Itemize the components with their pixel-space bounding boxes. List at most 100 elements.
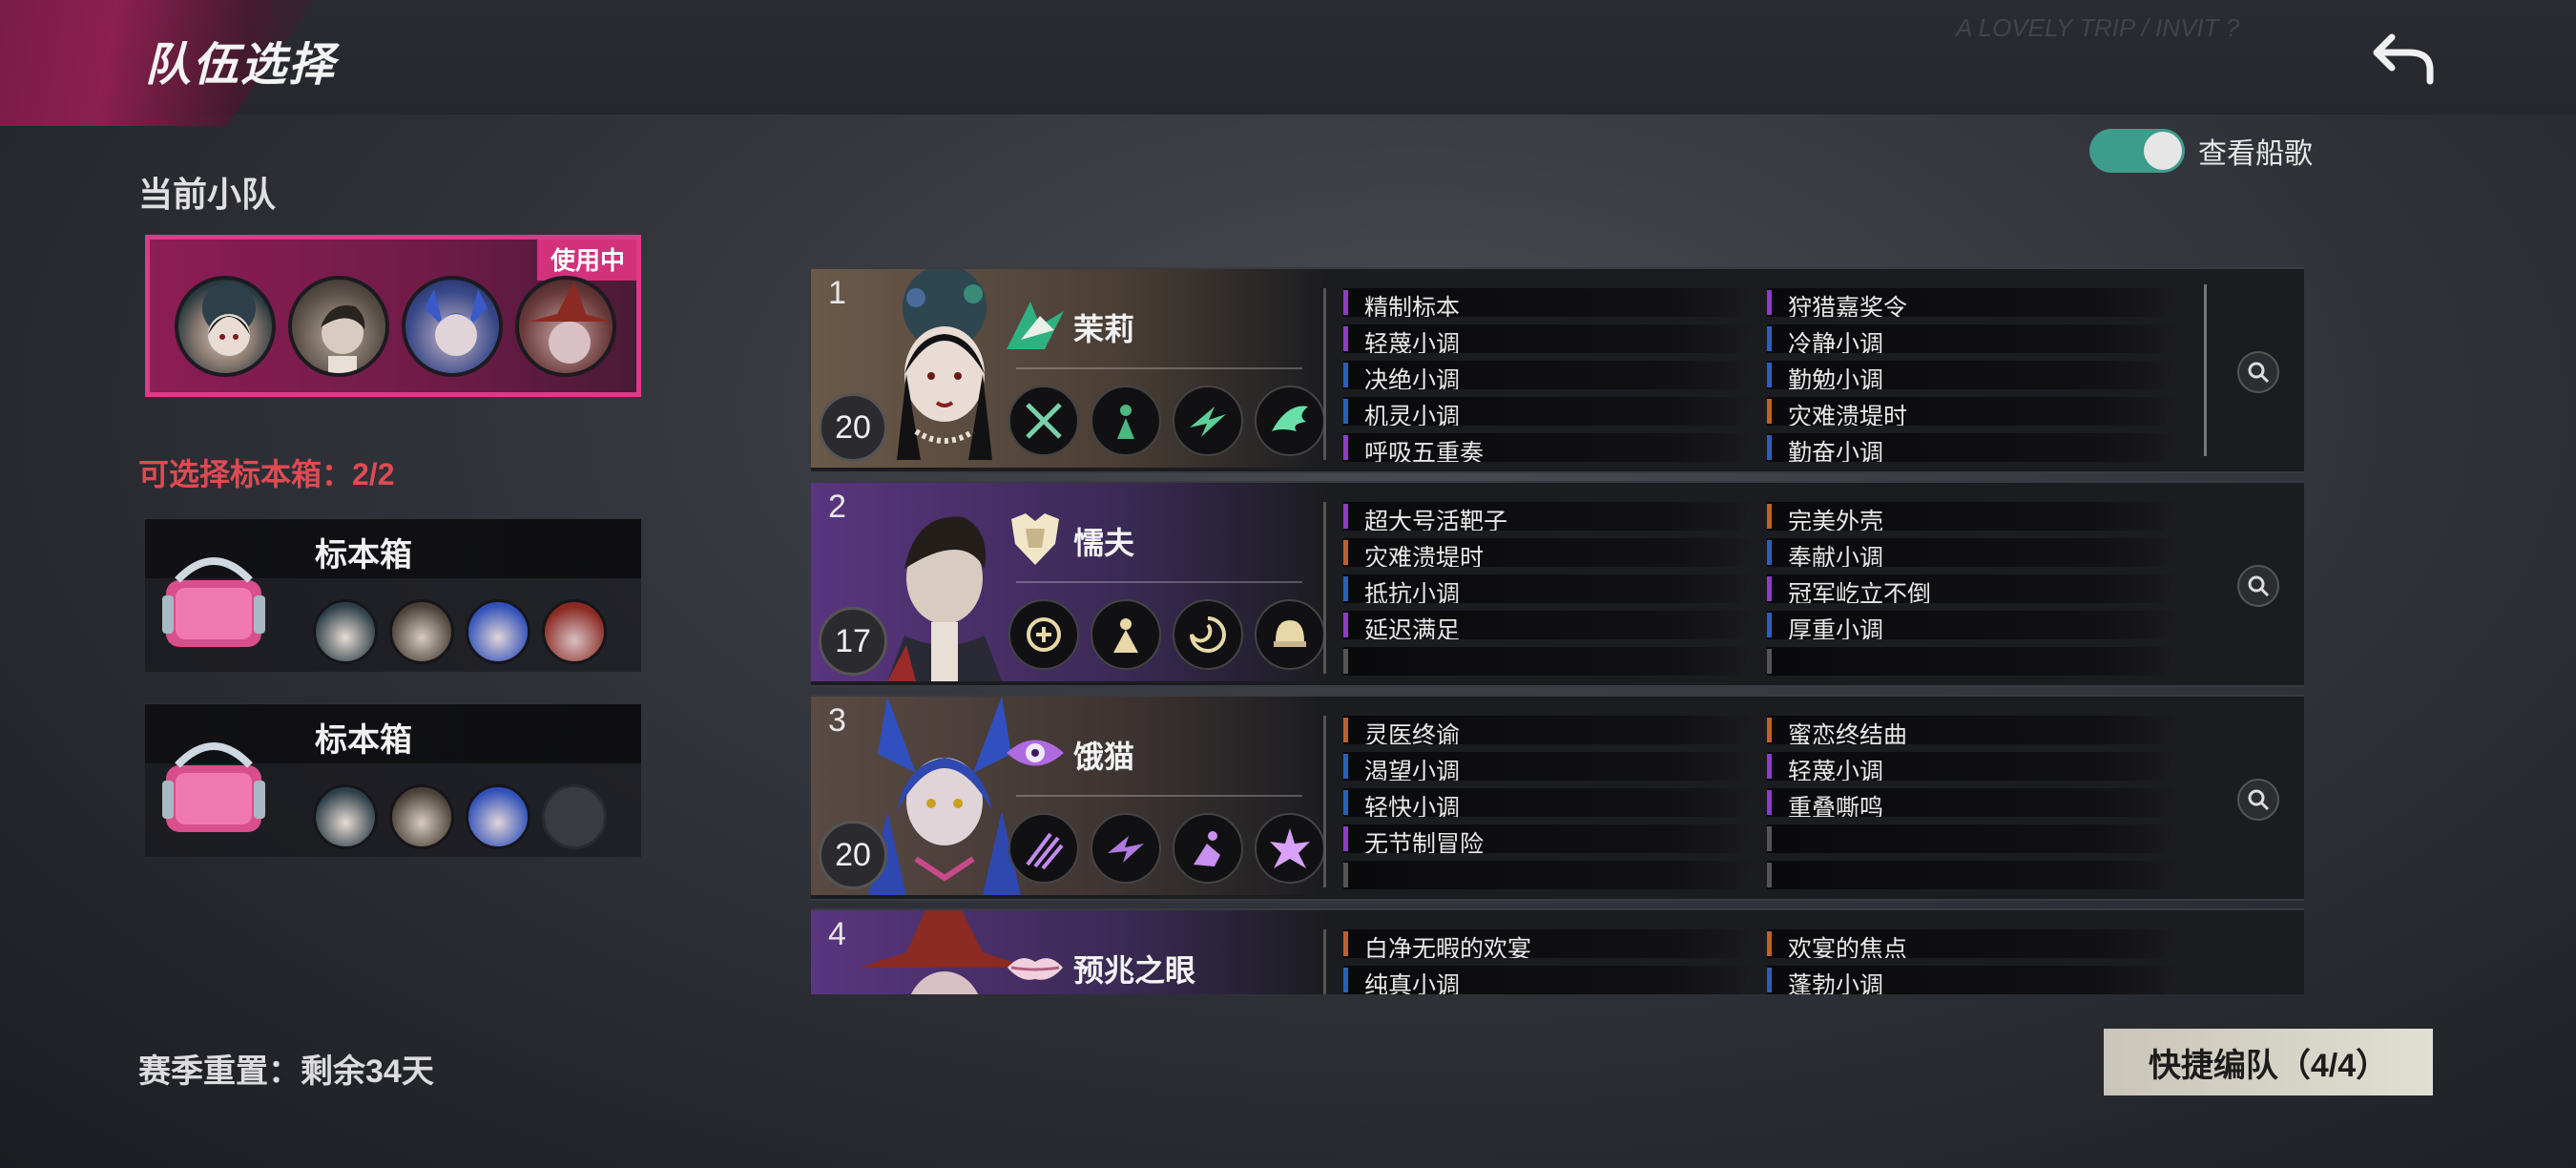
character-row[interactable]: 1 20 茉莉 精制标本 轻蔑小调 决绝小调 机灵小调 呼吸五重奏 狩猎嘉奖令 … [811,267,2304,473]
magnifier-icon [2248,575,2270,597]
level-badge: 17 [819,607,887,676]
omen-eye-lips-icon [1008,958,1063,980]
specimen-box-1[interactable]: 标本箱 [145,518,641,672]
trait-tag: 轻蔑小调 [1767,752,2175,781]
portrait-omen-eye [811,910,1326,994]
box-name: 标本箱 [315,537,412,574]
divider [1323,502,1326,674]
trait-tag: 完美外壳 [1767,502,2175,531]
back-arrow-icon [2373,33,2434,85]
quick-team-button[interactable]: 快捷编队（4/4） [2104,1029,2433,1095]
trait-tag: 欢宴的焦点 [1767,929,2175,958]
rank-number: 1 [828,275,846,311]
specimen-box-icon [162,742,265,832]
box2-avatar-hungry-cat [466,784,530,849]
trait-tag: 蜜恋终结曲 [1767,716,2175,744]
decorative-text: A LOVELY TRIP / INVIT ? [1956,13,2240,42]
character-name: 预兆之眼 [1073,953,1196,988]
trait-tag-empty [1767,824,2175,853]
trait-tag: 轻快小调 [1343,788,1752,817]
magnifier-icon [2248,789,2270,811]
toggle-knob [2144,132,2182,170]
view-song-label: 查看船歌 [2198,138,2313,170]
trait-tag: 精制标本 [1343,288,1752,317]
trait-tag: 重叠嘶鸣 [1767,788,2175,817]
trait-tag: 灾难溃堤时 [1343,538,1752,567]
trait-tag: 呼吸五重奏 [1343,433,1752,462]
skill-crossed-blades-icon[interactable] [1008,386,1079,456]
trait-tag: 勤奋小调 [1767,433,2175,462]
view-song-toggle-wrap: 查看船歌 [2089,129,2313,173]
trait-tag: 蓬勃小调 [1767,966,2175,994]
character-name: 茉莉 [1073,312,1135,346]
specimen-box-2[interactable]: 标本箱 [145,703,641,857]
box2-avatar-jasmine [313,784,378,849]
back-button[interactable] [2366,25,2442,92]
coward-armor-icon [1011,513,1059,565]
character-row[interactable]: 4 预兆之眼 白净无暇的欢宴 纯真小调 欢宴的焦点 蓬勃小调 [811,908,2304,994]
current-team-card[interactable]: 使用中 [145,235,641,397]
trait-tag: 奉献小调 [1767,538,2175,567]
trait-tag: 超大号活靶子 [1343,502,1752,531]
current-team-label: 当前小队 [138,175,277,214]
separator [1016,367,1302,369]
in-use-badge: 使用中 [536,240,636,281]
box2-avatar-coward [389,784,454,849]
inspect-button[interactable] [2237,351,2279,393]
rank-number: 2 [828,489,846,525]
skill-helmet-icon[interactable] [1255,599,1325,670]
box1-avatar-hungry-cat [466,599,530,664]
inspect-button[interactable] [2237,779,2279,821]
skill-shield-icon[interactable] [1008,599,1079,670]
trait-tag-empty [1343,861,1752,889]
character-row[interactable]: 3 20 饿猫 灵医终谕 渴望小调 轻快小调 无节制冒险 蜜恋终结曲 轻蔑小调 … [811,695,2304,901]
skill-swirl-icon[interactable] [1173,599,1243,670]
specimen-box-icon [162,557,265,647]
character-name: 饿猫 [1073,740,1135,774]
team-avatar-omen-eye[interactable] [515,276,616,377]
trait-tag: 狩猎嘉奖令 [1767,288,2175,317]
level-badge: 20 [819,393,887,462]
box-name: 标本箱 [315,722,412,759]
hungry-cat-eye-icon [1007,740,1064,766]
jasmine-emblem-icon [1007,302,1064,349]
box1-avatar-jasmine [313,599,378,664]
skill-strike-icon[interactable] [1173,386,1243,456]
trait-tag: 轻蔑小调 [1343,324,1752,353]
skill-dash-icon[interactable] [1091,813,1161,884]
skill-leap-icon[interactable] [1173,813,1243,884]
rank-number: 3 [828,702,846,739]
magnifier-icon [2248,362,2270,384]
skill-claws-icon[interactable] [1008,813,1079,884]
divider [1323,716,1326,887]
trait-tag: 纯真小调 [1343,966,1752,994]
trait-tag: 灵医终谕 [1343,716,1752,744]
character-name: 懦夫 [1073,526,1135,560]
skill-burst-icon[interactable] [1255,813,1325,884]
trait-tag-empty [1767,861,2175,889]
view-song-toggle[interactable] [2089,129,2185,173]
team-avatar-coward[interactable] [288,276,389,377]
skill-figure-icon[interactable] [1091,386,1161,456]
separator [1016,581,1302,583]
skill-wing-icon[interactable] [1255,386,1325,456]
trait-tag: 机灵小调 [1343,397,1752,426]
trait-tag: 决绝小调 [1343,361,1752,389]
rank-number: 4 [828,916,846,952]
trait-tag: 勤勉小调 [1767,361,2175,389]
trait-tag: 延迟满足 [1343,611,1752,639]
character-row[interactable]: 2 17 懦夫 超大号活靶子 灾难溃堤时 抵抗小调 延迟满足 完美外壳 奉献小调… [811,481,2304,687]
box2-avatar-empty-slot[interactable] [542,784,607,849]
team-avatar-hungry-cat[interactable] [402,276,503,377]
skill-guard-icon[interactable] [1091,599,1161,670]
selectable-box-count: 可选择标本箱：2/2 [138,457,395,491]
tag-scrollbar[interactable] [2204,284,2207,456]
level-badge: 20 [819,821,887,889]
trait-tag-empty [1767,647,2175,676]
page-title: 队伍选择 [145,40,337,91]
trait-tag: 厚重小调 [1767,611,2175,639]
inspect-button[interactable] [2237,565,2279,607]
team-avatar-jasmine[interactable] [175,276,276,377]
separator [1016,795,1302,797]
character-list[interactable]: 1 20 茉莉 精制标本 轻蔑小调 决绝小调 机灵小调 呼吸五重奏 狩猎嘉奖令 … [811,267,2304,994]
